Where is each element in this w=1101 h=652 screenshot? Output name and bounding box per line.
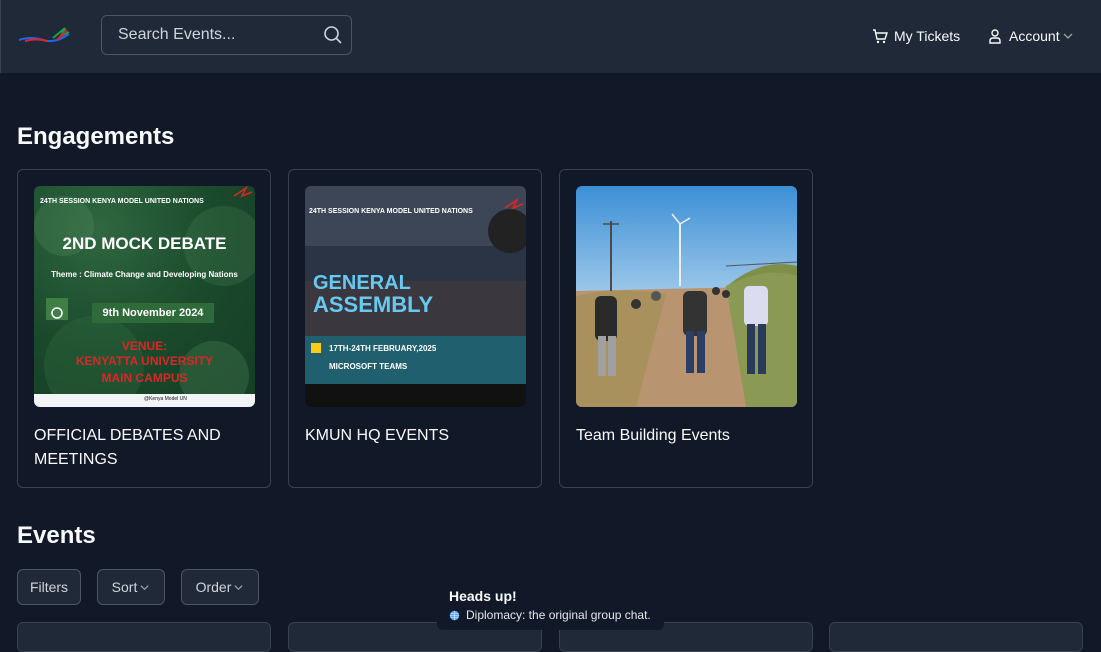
image-venue-2: MAIN CAMPUS <box>101 371 188 385</box>
chevron-down-icon <box>140 584 149 590</box>
image-platform: MICROSOFT TEAMS <box>329 362 408 371</box>
order-label: Order <box>195 579 232 595</box>
engagement-image-hq-events: 24TH SESSION KENYA MODEL UNITED NATIONS … <box>305 186 526 407</box>
toast-message-row: Diplomacy: the original group chat. <box>449 608 651 622</box>
image-headline-2: ASSEMBLY <box>313 292 434 317</box>
engagements-heading: Engagements <box>17 123 175 150</box>
top-navbar: My Tickets Account <box>0 0 1101 73</box>
sort-label: Sort <box>111 579 138 595</box>
engagement-image-debates: 24TH SESSION KENYA MODEL UNITED NATIONS … <box>34 186 255 407</box>
toast-notification: Heads up! Diplomacy: the original group … <box>437 580 664 630</box>
engagement-image-team-building <box>576 186 797 407</box>
engagement-card-debates[interactable]: 24TH SESSION KENYA MODEL UNITED NATIONS … <box>17 169 271 488</box>
image-venue-label: VENUE: <box>121 339 168 353</box>
search-input[interactable] <box>102 16 328 54</box>
order-button[interactable]: Order <box>181 569 259 605</box>
chevron-down-icon <box>1063 33 1073 39</box>
search-icon[interactable] <box>323 25 343 45</box>
image-session-text: 24TH SESSION KENYA MODEL UNITED NATIONS <box>40 198 204 205</box>
globe-icon <box>449 610 460 620</box>
cart-icon <box>873 29 888 44</box>
search-box <box>101 15 352 55</box>
event-card[interactable] <box>17 622 271 652</box>
logo[interactable] <box>17 26 71 46</box>
user-icon <box>989 29 1001 44</box>
image-date: 9th November 2024 <box>102 307 204 319</box>
engagement-card-hq-events[interactable]: 24TH SESSION KENYA MODEL UNITED NATIONS … <box>288 169 542 488</box>
engagement-card-team-building[interactable]: Team Building Events <box>559 169 813 488</box>
engagement-title: Team Building Events <box>576 427 730 444</box>
event-card[interactable] <box>829 622 1083 652</box>
sort-button[interactable]: Sort <box>97 569 165 605</box>
my-tickets-link[interactable]: My Tickets <box>872 27 960 45</box>
toast-title: Heads up! <box>449 588 517 604</box>
events-heading: Events <box>17 522 96 549</box>
engagement-title: OFFICIAL DEBATES AND MEETINGS <box>34 427 221 468</box>
image-handle: @Kenya Model UN <box>144 396 187 402</box>
engagement-title: KMUN HQ EVENTS <box>305 427 450 444</box>
filters-button[interactable]: Filters <box>17 569 81 605</box>
image-venue: KENYATTA UNIVERSITY <box>75 354 214 368</box>
account-menu[interactable]: Account <box>987 27 1080 45</box>
account-label: Account <box>1009 28 1060 44</box>
image-theme: Theme : Climate Change and Developing Na… <box>51 270 238 279</box>
filters-label: Filters <box>29 579 69 595</box>
toast-message: Diplomacy: the original group chat. <box>466 608 651 622</box>
my-tickets-label: My Tickets <box>894 28 961 44</box>
image-dates: 17TH-24TH FEBRUARY,2025 <box>329 344 437 353</box>
image-session-text: 24TH SESSION KENYA MODEL UNITED NATIONS <box>309 208 473 215</box>
image-headline: 2ND MOCK DEBATE <box>62 234 227 253</box>
chevron-down-icon <box>234 584 243 590</box>
